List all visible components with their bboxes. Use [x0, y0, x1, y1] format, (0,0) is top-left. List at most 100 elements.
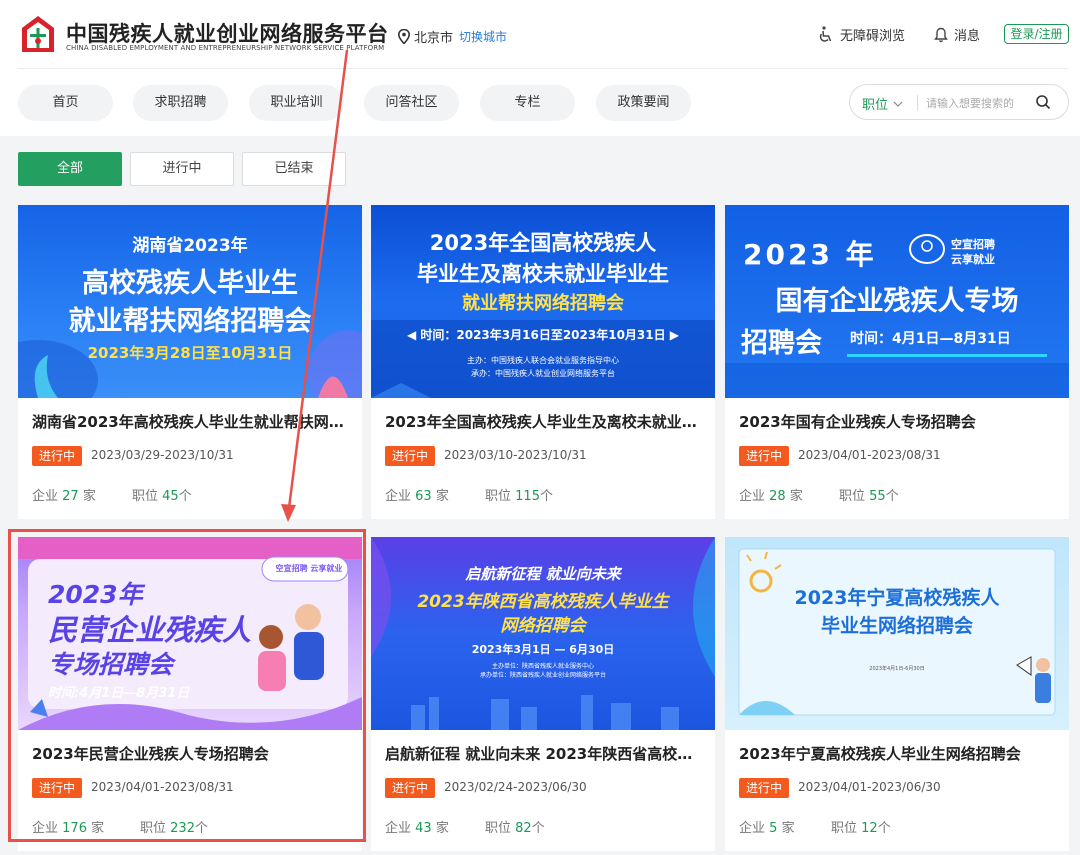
company-count: 企业 43 家: [385, 821, 449, 836]
logo-icon[interactable]: [18, 14, 58, 56]
card-dates: 2023/04/01-2023/08/31: [798, 448, 941, 462]
filter-all[interactable]: 全部: [18, 152, 122, 186]
card-title[interactable]: 2023年全国高校残疾人毕业生及离校未就业毕业生就业帮扶网络招聘会: [385, 411, 703, 432]
banner-line-1: 2023 年: [743, 238, 877, 271]
nav-job-recruitment[interactable]: 求职招聘: [133, 85, 228, 121]
status-badge: 进行中: [32, 446, 83, 466]
banner-line-3: 2023年4月1日-6月30日: [869, 666, 925, 672]
company-count: 企业 28 家: [739, 489, 803, 504]
banner-line-5: 主办单位：陕西省残疾人就业服务中心: [491, 663, 594, 670]
card-title[interactable]: 2023年宁夏高校残疾人毕业生网络招聘会: [739, 743, 1057, 764]
messages-button[interactable]: 消息: [934, 25, 980, 44]
banner-line-4: 时间：4月1日—8月31日: [850, 331, 1011, 347]
header-divider: [18, 68, 1068, 69]
position-count-value: 115: [515, 489, 540, 504]
highlight-box: [8, 529, 366, 842]
position-count: 职位 55个: [839, 489, 899, 504]
accessibility-button[interactable]: 无障碍浏览: [818, 25, 905, 44]
company-count-value: 63: [415, 489, 432, 504]
search-separator: [917, 95, 918, 111]
banner-line-2: 毕业生及离校未就业毕业生: [417, 262, 669, 286]
banner-line-2: 2023年陕西省高校残疾人毕业生: [417, 592, 669, 612]
banner-line-1: 2023年宁夏高校残疾人: [794, 587, 1000, 609]
card-dates: 2023/02/24-2023/06/30: [444, 780, 587, 794]
filter-ended[interactable]: 已结束: [242, 152, 346, 186]
job-fair-card[interactable]: 湖南省2023年 高校残疾人毕业生 就业帮扶网络招聘会 2023年3月28日至1…: [18, 205, 362, 519]
card-title[interactable]: 启航新征程 就业向未来 2023年陕西省高校残疾人毕业生网络招聘会: [385, 743, 703, 764]
nav-home[interactable]: 首页: [18, 85, 113, 121]
banner-line-5: 主办：中国残疾人联合会就业服务指导中心: [467, 356, 619, 365]
card-banner-image[interactable]: 2023年宁夏高校残疾人 毕业生网络招聘会 2023年4月1日-6月30日: [725, 537, 1069, 730]
banner-badge-1: 空宣招聘: [951, 238, 995, 251]
card-banner-image[interactable]: 2023 年 空宣招聘 云享就业 国有企业残疾人专场 招聘会 时间：4月1日—8…: [725, 205, 1069, 398]
search-box: 职位: [849, 84, 1069, 120]
banner-line-1: 湖南省2023年: [132, 236, 248, 256]
nav-vocational-training[interactable]: 职业培训: [249, 85, 344, 121]
company-count-value: 5: [769, 821, 778, 836]
banner-badge-2: 云享就业: [951, 253, 995, 266]
card-dates: 2023/04/01-2023/06/30: [798, 780, 941, 794]
position-count: 职位 115个: [485, 489, 553, 504]
company-count-value: 43: [415, 821, 432, 836]
status-badge: 进行中: [739, 446, 790, 466]
company-count-value: 28: [769, 489, 786, 504]
position-count-value: 82: [515, 821, 532, 836]
wheelchair-icon: [819, 26, 832, 42]
position-count-value: 45: [162, 489, 179, 504]
banner-line-2: 国有企业残疾人专场: [775, 286, 1019, 317]
job-fair-card[interactable]: 启航新征程 就业向未来 2023年陕西省高校残疾人毕业生 网络招聘会 2023年…: [371, 537, 715, 851]
company-count: 企业 27 家: [32, 489, 96, 504]
position-count: 职位 12个: [831, 821, 891, 836]
nav-policy-news[interactable]: 政策要闻: [596, 85, 691, 121]
switch-city-link[interactable]: 切换城市: [459, 28, 507, 45]
banner-line-6: 承办单位：陕西省残疾人就业创业网络服务平台: [479, 672, 606, 679]
banner-line-3: 网络招聘会: [500, 616, 586, 636]
status-badge: 进行中: [739, 778, 790, 798]
job-fair-card[interactable]: 2023年全国高校残疾人 毕业生及离校未就业毕业生 就业帮扶网络招聘会 ◀ 时间…: [371, 205, 715, 519]
position-count: 职位 82个: [485, 821, 545, 836]
nav-qa-community[interactable]: 问答社区: [364, 85, 459, 121]
card-dates: 2023/03/29-2023/10/31: [91, 448, 234, 462]
job-fair-card[interactable]: 2023年宁夏高校残疾人 毕业生网络招聘会 2023年4月1日-6月30日 20…: [725, 537, 1069, 851]
company-count: 企业 5 家: [739, 821, 795, 836]
card-title[interactable]: 2023年国有企业残疾人专场招聘会: [739, 411, 1057, 432]
company-count-value: 27: [62, 489, 79, 504]
position-count-value: 12: [861, 821, 878, 836]
banner-line-3: 就业帮扶网络招聘会: [462, 293, 624, 314]
card-dates: 2023/03/10-2023/10/31: [444, 448, 587, 462]
card-banner-image[interactable]: 2023年全国高校残疾人 毕业生及离校未就业毕业生 就业帮扶网络招聘会 ◀ 时间…: [371, 205, 715, 398]
search-category-select[interactable]: 职位: [862, 94, 903, 113]
bell-icon: [934, 27, 948, 42]
card-banner-image[interactable]: 启航新征程 就业向未来 2023年陕西省高校残疾人毕业生 网络招聘会 2023年…: [371, 537, 715, 730]
job-fair-card[interactable]: 2023 年 空宣招聘 云享就业 国有企业残疾人专场 招聘会 时间：4月1日—8…: [725, 205, 1069, 519]
location-selector[interactable]: 北京市 切换城市: [398, 27, 507, 46]
top-header: 中国残疾人就业创业网络服务平台 CHINA DISABLED EMPLOYMEN…: [0, 0, 1080, 136]
filter-ongoing[interactable]: 进行中: [130, 152, 234, 186]
login-register-button[interactable]: 登录/注册: [1004, 24, 1069, 44]
banner-line-4: 2023年3月28日至10月31日: [87, 344, 293, 362]
accessibility-label: 无障碍浏览: [840, 29, 906, 44]
search-icon[interactable]: [1035, 94, 1051, 110]
company-count: 企业 63 家: [385, 489, 449, 504]
banner-line-2: 高校残疾人毕业生: [82, 268, 298, 299]
current-city: 北京市: [414, 31, 454, 46]
nav-column[interactable]: 专栏: [480, 85, 575, 121]
banner-line-3: 就业帮扶网络招聘会: [68, 306, 312, 337]
banner-line-1: 2023年全国高校残疾人: [429, 231, 657, 255]
status-badge: 进行中: [385, 778, 436, 798]
messages-label: 消息: [954, 29, 981, 44]
status-badge: 进行中: [385, 446, 436, 466]
chevron-down-icon: [893, 101, 903, 107]
location-pin-icon: [398, 29, 410, 44]
position-count-value: 55: [869, 489, 886, 504]
position-count: 职位 45个: [132, 489, 192, 504]
card-title[interactable]: 湖南省2023年高校残疾人毕业生就业帮扶网络招聘会: [32, 411, 350, 432]
banner-line-2: 毕业生网络招聘会: [820, 615, 973, 637]
card-banner-image[interactable]: 湖南省2023年 高校残疾人毕业生 就业帮扶网络招聘会 2023年3月28日至1…: [18, 205, 362, 398]
site-subtitle: CHINA DISABLED EMPLOYMENT AND ENTREPRENE…: [66, 44, 385, 52]
banner-line-4: ◀ 时间：2023年3月16日至2023年10月31日 ▶: [406, 328, 680, 342]
banner-line-4: 2023年3月1日 — 6月30日: [471, 643, 615, 656]
banner-line-6: 承办：中国残疾人就业创业网络服务平台: [471, 369, 615, 378]
banner-line-3: 招聘会: [741, 328, 822, 359]
search-input[interactable]: [926, 93, 1016, 113]
